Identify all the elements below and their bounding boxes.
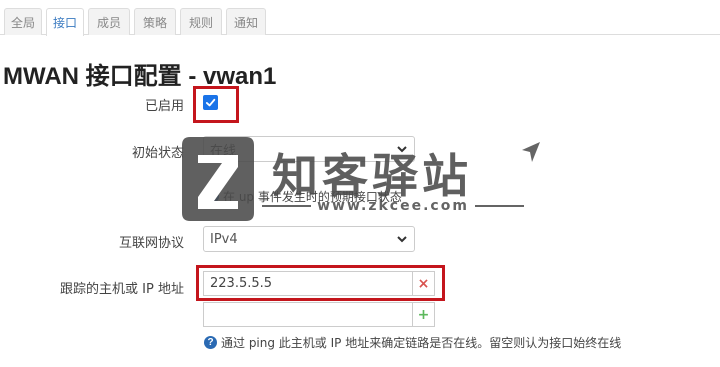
watermark-url-text: www.zkcee.com — [317, 198, 469, 214]
tab-notify[interactable]: 通知 — [226, 8, 266, 35]
tab-policies[interactable]: 策略 — [134, 8, 176, 35]
track-ip-label: 跟踪的主机或 IP 地址 — [60, 282, 184, 297]
remove-ip-button[interactable]: × — [412, 271, 435, 296]
watermark-text: 知客驿站 — [272, 149, 472, 203]
remove-icon: × — [417, 275, 430, 292]
protocol-label: 互联网协议 — [118, 236, 184, 251]
watermark-line-right — [474, 205, 525, 207]
watermark-line-left — [262, 205, 312, 207]
initial-state-label: 初始状态 — [131, 146, 184, 161]
protocol-select[interactable]: IPv4 — [203, 226, 415, 252]
tab-notify-label: 通知 — [233, 15, 258, 30]
add-icon: + — [417, 306, 430, 323]
watermark-arrow-icon — [522, 142, 540, 162]
tab-bar: 全局 接口 成员 策略 规则 通知 — [0, 0, 720, 36]
track-ip-input-1[interactable]: 223.5.5.5 — [203, 271, 413, 296]
enabled-label: 已启用 — [144, 99, 184, 114]
watermark-url: www.zkcee.com — [262, 198, 525, 214]
checkmark-icon — [205, 98, 216, 107]
track-ip-input-2[interactable] — [203, 302, 413, 327]
question-circle-icon: ? — [204, 336, 217, 349]
tab-interfaces[interactable]: 接口 — [46, 8, 84, 36]
add-ip-button[interactable]: + — [412, 302, 435, 327]
watermark-logo-icon — [182, 137, 254, 221]
track-ip-help: ? 通过 ping 此主机或 IP 地址来确定链路是否在线。留空则认为接口始终在… — [204, 334, 621, 351]
tab-global-label: 全局 — [10, 15, 35, 30]
tab-rules[interactable]: 规则 — [180, 8, 222, 35]
enabled-checkbox[interactable] — [203, 95, 218, 110]
track-ip-help-text: 通过 ping 此主机或 IP 地址来确定链路是否在线。留空则认为接口始终在线 — [221, 336, 622, 350]
track-ip-value-1: 223.5.5.5 — [210, 276, 273, 291]
protocol-value: IPv4 — [210, 231, 238, 247]
tab-members-label: 成员 — [96, 15, 121, 30]
tab-policies-label: 策略 — [142, 15, 167, 30]
tab-members[interactable]: 成员 — [88, 8, 130, 35]
tab-interfaces-label: 接口 — [52, 16, 77, 30]
chevron-down-icon — [397, 236, 407, 243]
tab-rules-label: 规则 — [188, 15, 213, 30]
tab-global[interactable]: 全局 — [4, 8, 42, 35]
